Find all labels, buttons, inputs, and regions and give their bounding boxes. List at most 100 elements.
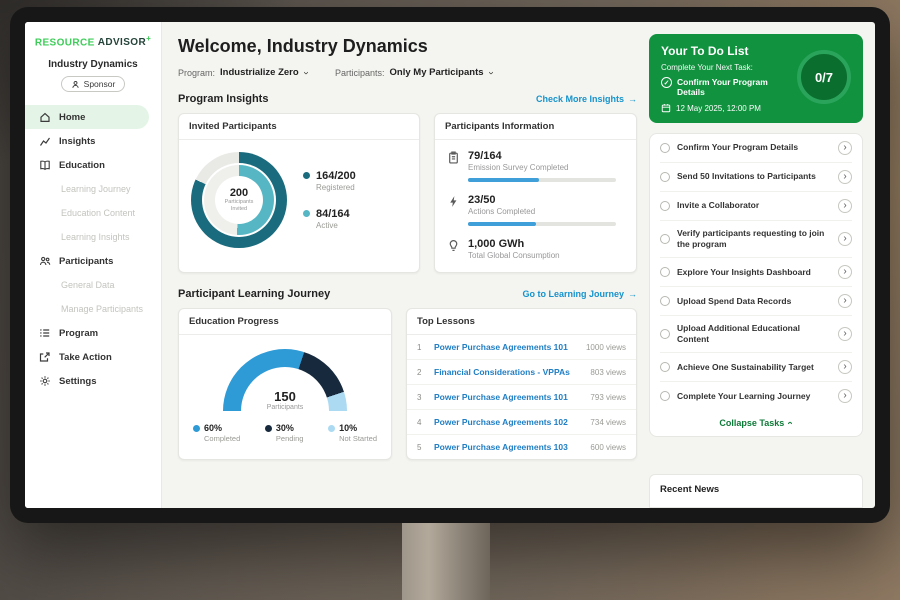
task-checkbox[interactable] [660,267,670,277]
task-checkbox[interactable] [660,172,670,182]
task-checkbox[interactable] [660,201,670,211]
sidebar-item-label: General Data [61,280,115,290]
chevron-right-icon[interactable]: › [838,360,852,374]
sidebar-item-learning-insights[interactable]: Learning Insights [25,225,161,249]
task-checkbox[interactable] [660,296,670,306]
task-row-upload-educational-content[interactable]: Upload Additional Educational Content › [660,316,852,353]
task-row-explore-insights[interactable]: Explore Your Insights Dashboard › [660,258,852,287]
lesson-rank: 1 [417,343,426,352]
link-label: Check More Insights [536,94,624,104]
monitor-stand [402,523,490,600]
lesson-row: 1 Power Purchase Agreements 101 1000 vie… [407,335,636,360]
info-row-consumption: 1,000 GWh Total Global Consumption [447,238,624,260]
legend-item-registered: 164/200 Registered [303,170,356,192]
sidebar-item-program[interactable]: Program [25,321,161,345]
section-title-learning-journey: Participant Learning Journey [178,288,330,300]
lesson-rank: 3 [417,393,426,402]
task-row-complete-learning-journey[interactable]: Complete Your Learning Journey › [660,382,852,410]
lesson-views: 803 views [590,368,626,377]
chevron-right-icon[interactable]: › [838,294,852,308]
registered-label: Registered [316,183,356,192]
info-row-emission-survey: 79/164 Emission Survey Completed [447,150,624,182]
task-checkbox[interactable] [660,362,670,372]
sidebar-item-participants[interactable]: Participants [25,249,161,273]
sidebar-item-label: Learning Insights [61,232,130,242]
info-value: 23/50 [468,194,624,206]
legend-item-completed: 60% Completed [193,423,240,443]
chevron-right-icon[interactable]: › [838,327,852,341]
chevron-right-icon[interactable]: › [838,389,852,403]
gauge-center: 150 Participants [223,389,347,411]
sidebar-item-general-data[interactable]: General Data [25,273,161,297]
task-row-invite-collaborator[interactable]: Invite a Collaborator › [660,192,852,221]
lesson-views: 1000 views [586,343,626,352]
task-row-send-invitations[interactable]: Send 50 Invitations to Participants › [660,163,852,192]
chevron-down-icon: › [300,71,310,74]
task-checkbox[interactable] [660,143,670,153]
task-checkbox[interactable] [660,329,670,339]
consumption-bulb-icon [447,239,460,252]
insights-cards-row: Invited Participants 200 Participants In… [178,113,637,273]
sidebar-item-insights[interactable]: Insights [25,129,161,153]
todo-next-task[interactable]: ✓ Confirm Your Program Details [661,77,793,97]
active-value: 84/164 [316,208,350,220]
legend-label: Pending [276,434,304,443]
task-row-confirm-program[interactable]: Confirm Your Program Details › [660,134,852,163]
sidebar-item-manage-participants[interactable]: Manage Participants [25,297,161,321]
sidebar-item-education[interactable]: Education [25,153,161,177]
task-row-achieve-target[interactable]: Achieve One Sustainability Target › [660,353,852,382]
app-logo: RESOURCEADVISOR+ [25,34,161,48]
chevron-right-icon[interactable]: › [838,265,852,279]
todo-summary-card: Your To Do List Complete Your Next Task:… [649,34,863,123]
sidebar-item-label: Home [59,112,85,123]
sidebar: RESOURCEADVISOR+ Industry Dynamics Spons… [25,22,162,508]
gauge-center-value: 150 [223,389,347,404]
task-checkbox[interactable] [660,391,670,401]
legend-dot-registered [303,172,310,179]
lesson-link[interactable]: Power Purchase Agreements 101 [434,342,578,352]
emission-progress-track [468,178,616,182]
chevron-down-icon: › [485,71,495,74]
lesson-rank: 4 [417,418,426,427]
lesson-link[interactable]: Power Purchase Agreements 102 [434,417,582,427]
chevron-right-icon[interactable]: › [838,141,852,155]
donut-center: 200 Participants Invited [215,176,263,224]
sidebar-item-settings[interactable]: Settings [25,369,161,393]
legend-pct: 10% [339,423,357,433]
sidebar-item-learning-journey[interactable]: Learning Journey [25,177,161,201]
card-title: Top Lessons [407,309,636,335]
legend-dot-active [303,210,310,217]
lesson-link[interactable]: Power Purchase Agreements 103 [434,442,582,452]
program-filter[interactable]: Program: Industrialize Zero › [178,67,307,78]
lesson-row: 2 Financial Considerations - VPPAs 803 v… [407,360,636,385]
person-icon [71,80,80,89]
sidebar-item-home[interactable]: Home [25,105,149,129]
chevron-right-icon[interactable]: › [838,170,852,184]
info-row-actions: 23/50 Actions Completed [447,194,624,226]
check-circle-icon: ✓ [661,77,672,88]
registered-value: 164/200 [316,170,356,182]
chevron-right-icon[interactable]: › [838,232,852,246]
lesson-link[interactable]: Power Purchase Agreements 101 [434,392,582,402]
lesson-link[interactable]: Financial Considerations - VPPAs [434,367,582,377]
chevron-right-icon[interactable]: › [838,199,852,213]
participants-information-card: Participants Information 79/164 Emission… [434,113,637,273]
logo-text-resource: RESOURCE [35,37,95,48]
collapse-tasks-label: Collapse Tasks [719,418,784,428]
invited-participants-body: 200 Participants Invited 164/200 Registe… [179,140,419,260]
lesson-row: 5 Power Purchase Agreements 103 600 view… [407,435,636,459]
check-more-insights-link[interactable]: Check More Insights → [536,94,637,104]
sponsor-badge[interactable]: Sponsor [61,76,126,92]
collapse-tasks-button[interactable]: Collapse Tasks › [660,410,852,436]
task-checkbox[interactable] [660,234,670,244]
lesson-views: 734 views [590,418,626,427]
task-row-upload-spend-data[interactable]: Upload Spend Data Records › [660,287,852,316]
task-row-verify-participants[interactable]: Verify participants requesting to join t… [660,221,852,258]
go-to-learning-journey-link[interactable]: Go to Learning Journey → [522,289,637,299]
book-icon [39,159,51,171]
sidebar-item-take-action[interactable]: Take Action [25,345,161,369]
insights-icon [39,135,51,147]
sidebar-item-label: Manage Participants [61,304,143,314]
participants-filter[interactable]: Participants: Only My Participants › [335,67,492,78]
sidebar-item-education-content[interactable]: Education Content [25,201,161,225]
